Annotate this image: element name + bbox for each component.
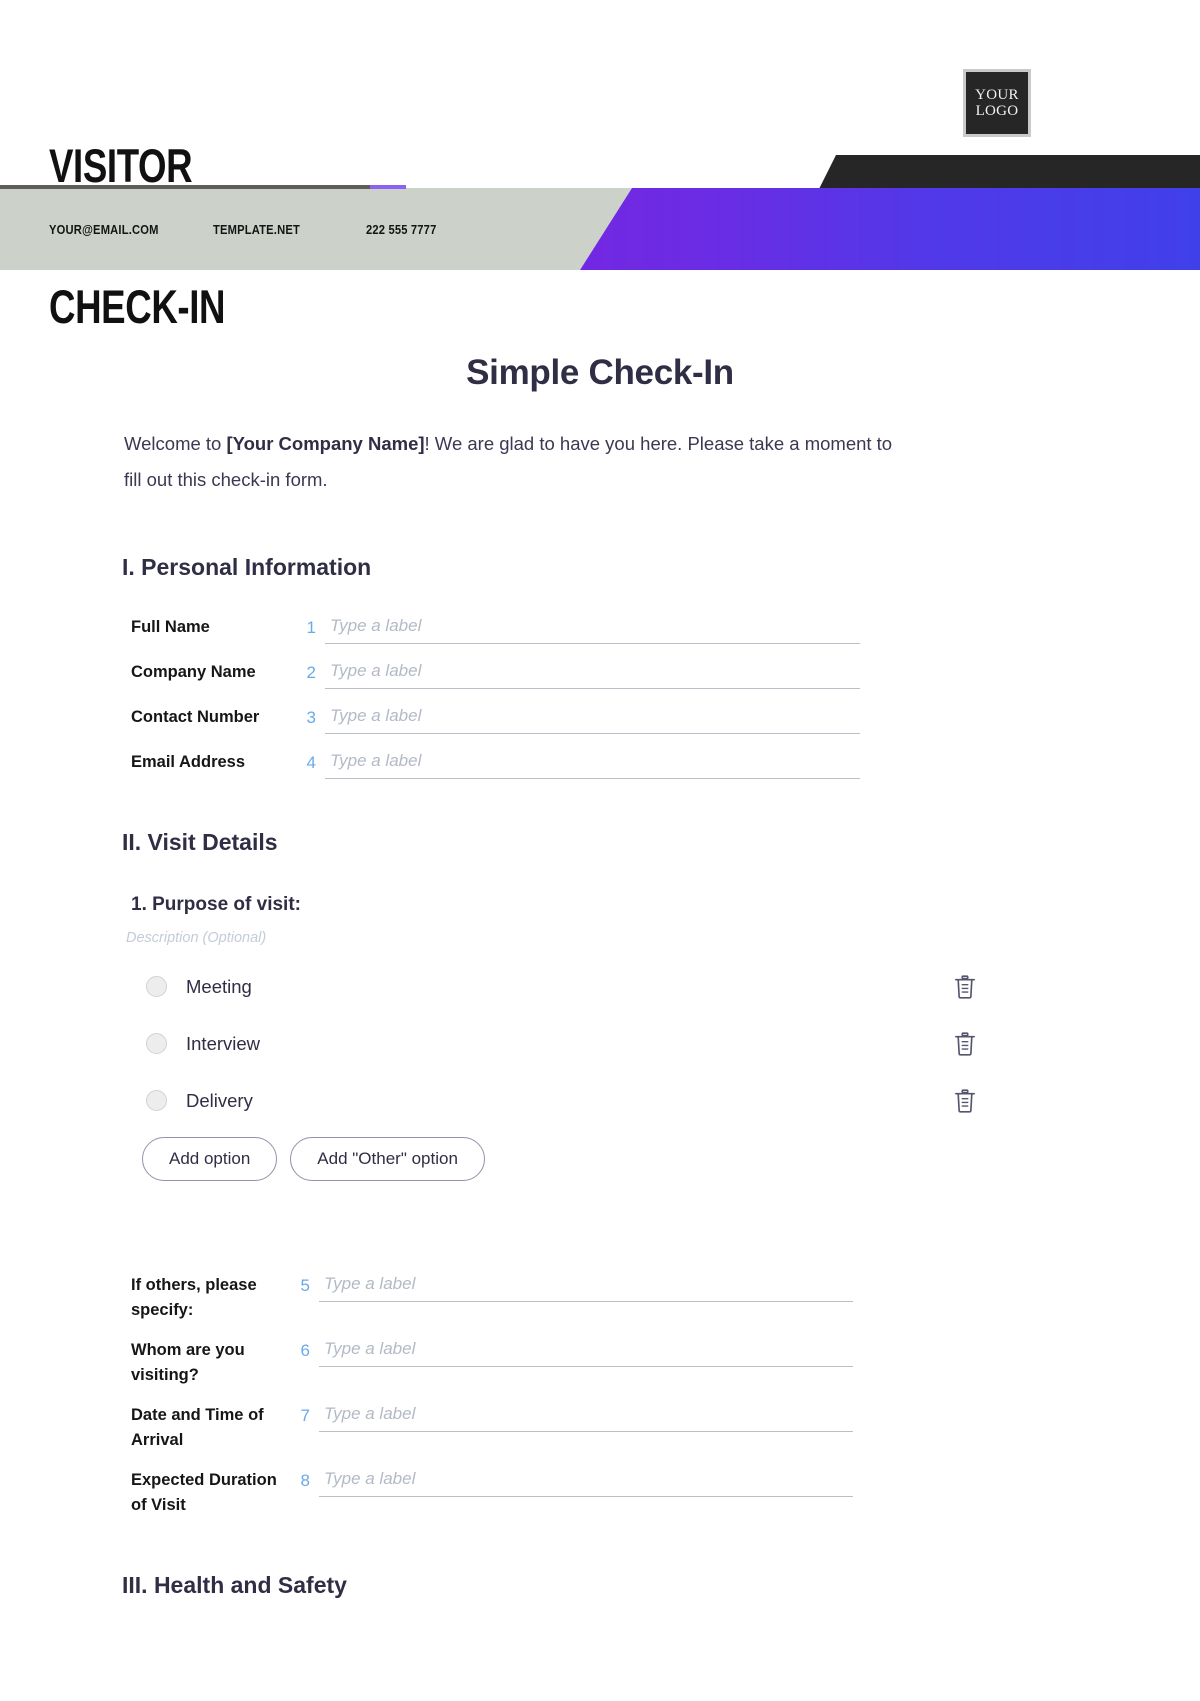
field-label-full-name: Full Name	[131, 618, 210, 636]
logo-line1: YOUR	[975, 87, 1019, 103]
field-row-expected-duration: Expected Duration of Visit 8 Type a labe…	[131, 1461, 1200, 1518]
contact-email: YOUR@EMAIL.COM	[49, 221, 159, 237]
field-number-3: 3	[306, 708, 316, 727]
logo-line2: LOGO	[975, 103, 1019, 119]
section-heading-visit: II. Visit Details	[122, 829, 278, 855]
field-input-company-name[interactable]: Type a label	[325, 653, 860, 689]
section-heading-health: III. Health and Safety	[122, 1572, 347, 1598]
trash-icon[interactable]	[954, 1088, 976, 1113]
trash-icon[interactable]	[954, 1031, 976, 1056]
radio-delivery[interactable]	[146, 1090, 167, 1111]
option-label-delivery: Delivery	[186, 1089, 253, 1111]
field-label-expected-duration: Expected Duration of Visit	[131, 1471, 277, 1514]
welcome-company-name: [Your Company Name]	[226, 433, 425, 454]
radio-interview[interactable]	[146, 1033, 167, 1054]
field-label-company-name: Company Name	[131, 663, 256, 681]
option-row-interview[interactable]: Interview	[146, 1023, 976, 1064]
field-label-contact-number: Contact Number	[131, 708, 260, 726]
field-number-4: 4	[306, 753, 316, 772]
field-label-email-address: Email Address	[131, 753, 246, 771]
question-purpose-of-visit: 1. Purpose of visit:	[131, 894, 301, 915]
form-content: Simple Check-In Welcome to [Your Company…	[0, 270, 1200, 1599]
field-number-5: 5	[300, 1276, 310, 1295]
option-label-interview: Interview	[186, 1032, 261, 1054]
add-other-option-button[interactable]: Add "Other" option	[290, 1137, 485, 1181]
welcome-prefix: Welcome to	[124, 433, 227, 454]
field-input-contact-number[interactable]: Type a label	[325, 698, 860, 734]
option-label-meeting: Meeting	[186, 975, 252, 997]
option-row-delivery[interactable]: Delivery	[146, 1080, 976, 1121]
question-description: Description (Optional)	[126, 930, 267, 946]
option-actions: Add option Add "Other" option	[142, 1137, 1200, 1181]
field-number-6: 6	[300, 1341, 310, 1360]
field-input-whom-visiting[interactable]: Type a label	[319, 1331, 853, 1367]
field-row-company-name: Company Name 2 Type a label	[131, 653, 1200, 689]
field-number-2: 2	[306, 663, 316, 682]
radio-meeting[interactable]	[146, 976, 167, 997]
contact-website: TEMPLATE.NET	[213, 221, 300, 237]
option-row-meeting[interactable]: Meeting	[146, 966, 976, 1007]
field-row-email-address: Email Address 4 Type a label	[131, 743, 1200, 779]
document-header: VISITOR CHECK-IN YOUR LOGO YOUR@EMAIL.CO…	[0, 0, 1200, 330]
section-heading-personal: I. Personal Information	[122, 554, 372, 580]
page-title: Simple Check-In	[466, 353, 734, 392]
contact-row: YOUR@EMAIL.COM TEMPLATE.NET 222 555 7777	[0, 188, 600, 270]
logo-placeholder: YOUR LOGO	[963, 69, 1031, 137]
visit-field-list: If others, please specify: 5 Type a labe…	[0, 1266, 1200, 1518]
contact-phone: 222 555 7777	[366, 221, 437, 237]
purpose-option-list: Meeting Interview Delivery	[0, 966, 1200, 1121]
field-row-full-name: Full Name 1 Type a label	[131, 608, 1200, 644]
field-label-if-others: If others, please specify:	[131, 1276, 257, 1319]
field-label-date-time-arrival: Date and Time of Arrival	[131, 1406, 264, 1449]
document-title-line1: VISITOR	[49, 139, 193, 192]
welcome-paragraph: Welcome to [Your Company Name]! We are g…	[124, 426, 914, 498]
field-number-8: 8	[300, 1471, 310, 1490]
field-input-if-others[interactable]: Type a label	[319, 1266, 853, 1302]
field-number-1: 1	[306, 618, 316, 637]
field-number-7: 7	[300, 1406, 310, 1425]
field-row-whom-visiting: Whom are you visiting? 6 Type a label	[131, 1331, 1200, 1388]
add-option-button[interactable]: Add option	[142, 1137, 278, 1181]
field-input-expected-duration[interactable]: Type a label	[319, 1461, 853, 1497]
field-row-date-time-arrival: Date and Time of Arrival 7 Type a label	[131, 1396, 1200, 1453]
field-input-full-name[interactable]: Type a label	[325, 608, 860, 644]
field-row-contact-number: Contact Number 3 Type a label	[131, 698, 1200, 734]
field-row-if-others: If others, please specify: 5 Type a labe…	[131, 1266, 1200, 1323]
field-input-email-address[interactable]: Type a label	[325, 743, 860, 779]
field-label-whom-visiting: Whom are you visiting?	[131, 1341, 245, 1384]
field-input-date-time-arrival[interactable]: Type a label	[319, 1396, 853, 1432]
personal-field-list: Full Name 1 Type a label Company Name 2 …	[0, 608, 1200, 779]
trash-icon[interactable]	[954, 974, 976, 999]
